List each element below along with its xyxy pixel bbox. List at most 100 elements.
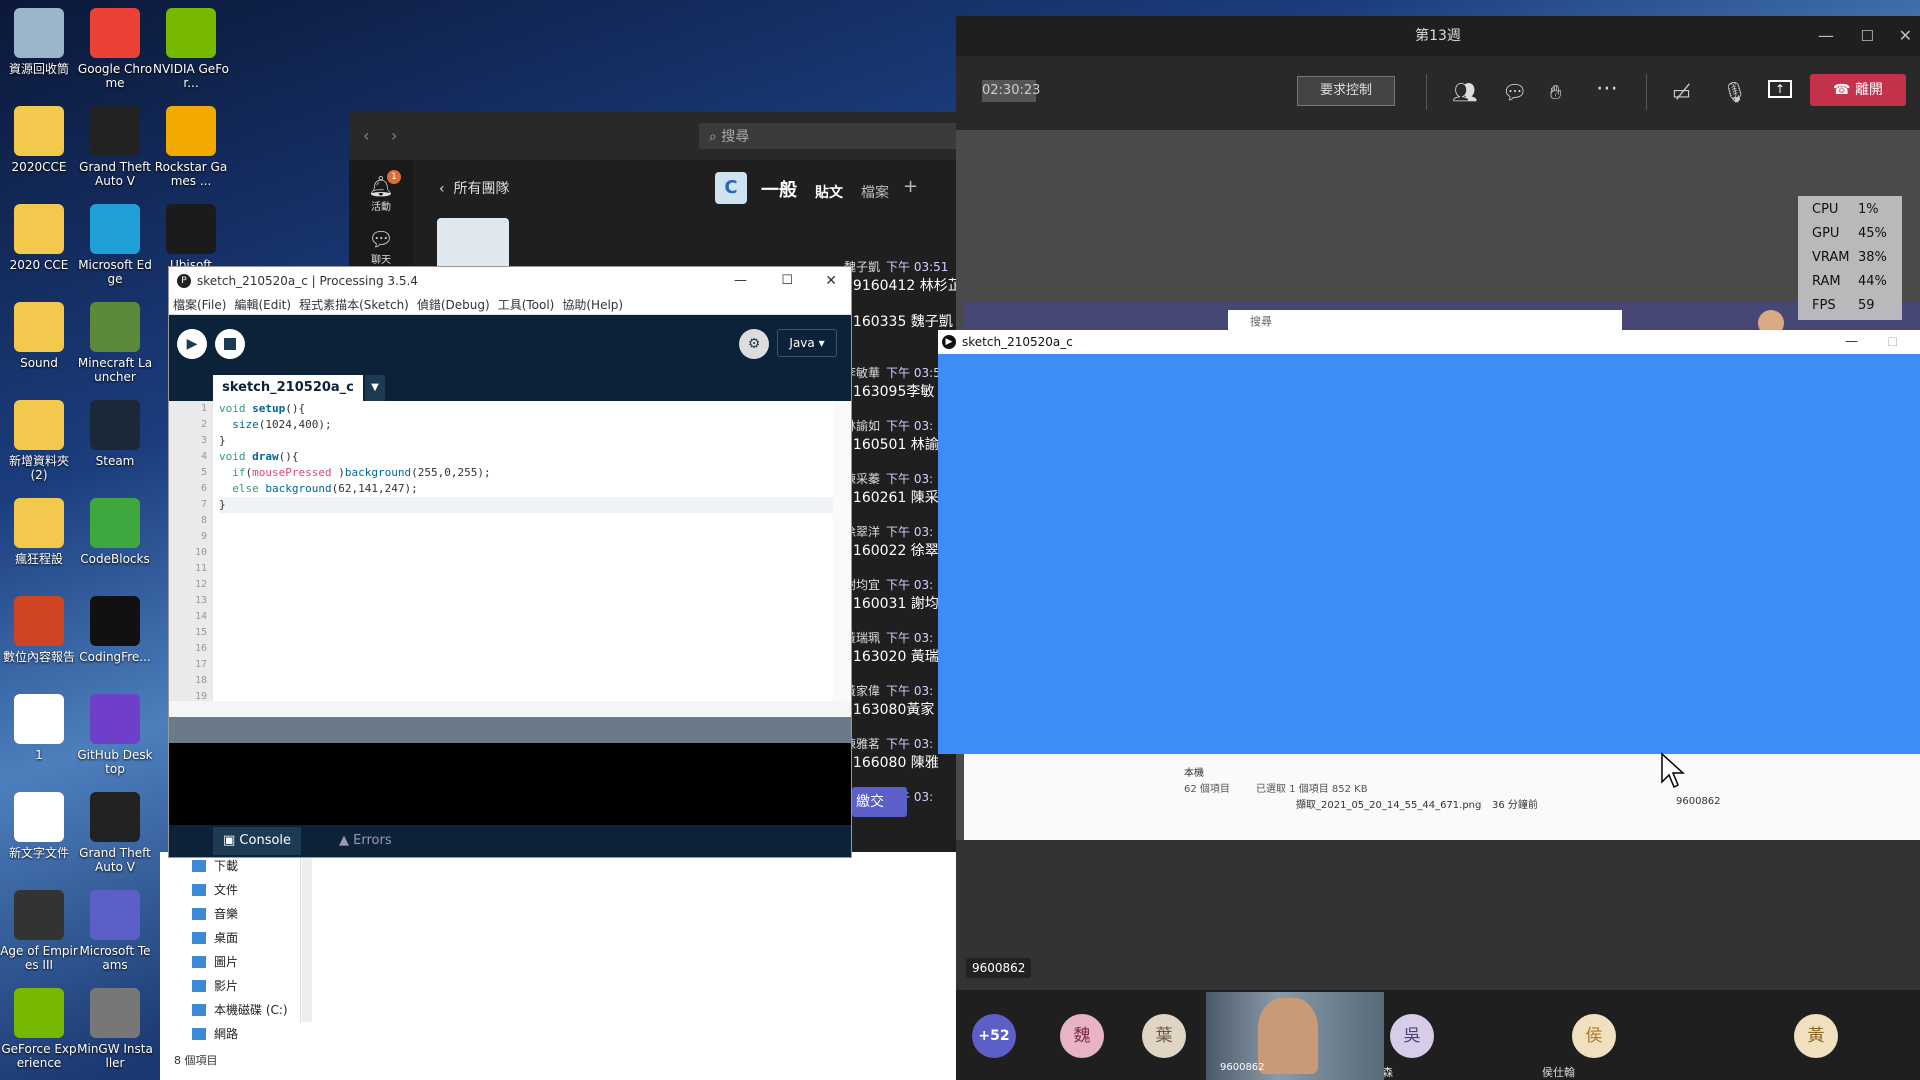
channel-name: 一般 [761, 180, 797, 201]
codingfree-icon [90, 596, 140, 646]
desktop-icon-item[interactable]: Grand Theft Auto V [76, 106, 154, 188]
rail-item-chat[interactable]: 💬︎ 聊天 [349, 227, 413, 266]
message-body: 9160261 陳采 [844, 490, 939, 506]
menu-item[interactable]: 工具(Tool) [498, 298, 555, 312]
desktop-icon-item[interactable]: Grand Theft Auto V [76, 792, 154, 874]
close-icon[interactable]: ✕ [1899, 16, 1912, 56]
desktop-icon-item[interactable]: 瘋狂程設 [0, 498, 78, 566]
more-options-icon[interactable]: ⋯ [1596, 76, 1618, 101]
desktop-icon-item[interactable]: 1 [0, 694, 78, 762]
code-editor[interactable]: 1 2 3 4 5 6 7 8 9 10 11 12 13 14 15 16 17 18 19 void setup… [169, 401, 851, 702]
desktop-icon-item[interactable]: 資源回收筒 [0, 8, 78, 76]
rail-item-activity[interactable]: 🔔︎ 1 活動 [349, 170, 413, 213]
explorer-nav-item[interactable]: 圖片 [160, 950, 956, 974]
nav-back-icon[interactable]: ‹ [363, 126, 369, 145]
desktop-icon-item[interactable]: NVIDIA GeFor... [152, 8, 230, 90]
maximize-icon[interactable]: ☐ [1887, 330, 1898, 354]
participant-avatar[interactable]: 吳 [1390, 1014, 1434, 1058]
tab-posts[interactable]: 貼文 [815, 182, 843, 202]
teams-search-input[interactable]: ⌕ 搜尋 [699, 123, 961, 149]
desktop-icon-item[interactable]: 新增資料夾 (2) [0, 400, 78, 482]
teams-topbar: ‹ › ⌕ 搜尋 [349, 112, 961, 160]
editor-hscrollbar[interactable] [169, 701, 851, 717]
all-teams-link[interactable]: ‹ 所有團隊 [439, 178, 510, 198]
desktop-icon-item[interactable]: CodingFre... [76, 596, 154, 664]
minimize-icon[interactable]: — [734, 267, 747, 295]
minimize-icon[interactable]: — [1818, 16, 1834, 56]
desktop-icon-item[interactable]: GeForce Experience [0, 988, 78, 1070]
request-control-button[interactable]: 要求控制 [1297, 76, 1395, 106]
desktop-icon-item[interactable]: Microsoft Teams [76, 890, 154, 972]
message-time: 下午 03: [886, 737, 934, 751]
explorer-nav-item[interactable]: 影片 [160, 974, 956, 998]
mic-off-icon[interactable]: 🎙︎ [1722, 80, 1747, 104]
submit-button[interactable]: 繳交 [852, 787, 907, 817]
console-tab[interactable]: ▣ Console [213, 827, 302, 855]
explorer-nav-item[interactable]: 網路 [160, 1022, 956, 1046]
desktop-icon-item[interactable]: Steam [76, 400, 154, 468]
desktop-icon-item[interactable]: Ubisoft [152, 204, 230, 272]
participant-avatar[interactable]: 侯 [1572, 1014, 1616, 1058]
line-number: 2 [200, 419, 207, 430]
folder-icon [14, 204, 64, 254]
maximize-icon[interactable]: ☐ [781, 267, 793, 295]
participant-avatar[interactable]: 黃 [1794, 1014, 1838, 1058]
desktop-icon-item[interactable]: Rockstar Games ... [152, 106, 230, 188]
tab-menu-button[interactable]: ▼ [365, 375, 385, 401]
hud-row: GPU 45% [1812, 222, 1902, 246]
desktop-icon-item[interactable]: GitHub Desktop [76, 694, 154, 776]
chat-icon[interactable]: 💬︎ [1502, 80, 1527, 104]
desktop-icon-item[interactable]: Minecraft Launcher [76, 302, 154, 384]
menu-item[interactable]: 程式素描本(Sketch) [299, 298, 409, 312]
participants-icon[interactable]: 👥︎ [1452, 80, 1477, 104]
desktop-icon-item[interactable]: 新文字文件 [0, 792, 78, 860]
mode-selector[interactable]: Java ▾ [777, 329, 837, 357]
menu-item[interactable]: 檔案(File) [173, 298, 226, 312]
share-screen-icon[interactable]: ↑ [1768, 80, 1792, 98]
warning-icon: ▲ [339, 833, 354, 848]
desktop-icon-item[interactable]: 2020CCE [0, 106, 78, 174]
menu-item[interactable]: 編輯(Edit) [234, 298, 291, 312]
line-number: 11 [194, 563, 207, 574]
nav-scrollbar[interactable] [302, 852, 312, 1022]
camera-off-icon[interactable]: ▭̸ [1672, 80, 1691, 104]
desktop-icon-item[interactable]: 2020 CCE [0, 204, 78, 272]
more-participants-button[interactable]: +52 [972, 1014, 1016, 1058]
stop-button[interactable] [215, 329, 245, 359]
participant-avatar[interactable]: 魏 [1060, 1014, 1104, 1058]
desktop-icon-item[interactable]: Sound [0, 302, 78, 370]
desktop-icon-item[interactable]: Microsoft Edge [76, 204, 154, 286]
editor-vscrollbar[interactable] [833, 401, 851, 701]
line-number: 9 [200, 531, 207, 542]
desktop-icon-item[interactable]: Age of Empires III [0, 890, 78, 972]
maximize-icon[interactable]: ☐ [1861, 16, 1874, 56]
explorer-nav-item[interactable]: 文件 [160, 878, 956, 902]
add-tab-button[interactable]: + [903, 176, 918, 197]
tab-files[interactable]: 檔案 [861, 182, 889, 202]
menu-item[interactable]: 協助(Help) [562, 298, 623, 312]
leave-button[interactable]: ☎ 離開 [1810, 74, 1906, 106]
hud-value: 38% [1858, 250, 1887, 265]
explorer-nav-item[interactable]: 本機磁碟 (C:) [160, 998, 956, 1022]
message-time: 下午 03: [886, 578, 934, 592]
explorer-nav-item[interactable]: 桌面 [160, 926, 956, 950]
sketch-canvas[interactable] [938, 354, 1920, 754]
participant-avatar[interactable]: 葉 [1142, 1014, 1186, 1058]
desktop-icon-item[interactable]: MinGW Installer [76, 988, 154, 1070]
line-number: 15 [194, 627, 207, 638]
sketch-tab[interactable]: sketch_210520a_c [213, 375, 363, 401]
desktop-icon-item[interactable]: 數位內容報告 [0, 596, 78, 664]
explorer-nav-item[interactable]: 音樂 [160, 902, 956, 926]
close-icon[interactable]: ✕ [825, 267, 837, 295]
desktop-icon-item[interactable]: Google Chrome [76, 8, 154, 90]
errors-tab[interactable]: ▲ Errors [329, 827, 402, 855]
code-area[interactable]: void setup(){ size(1024,400); } void dra… [219, 401, 835, 513]
run-button[interactable]: ▶ [177, 329, 207, 359]
desktop-icon-item[interactable]: CodeBlocks [76, 498, 154, 566]
raise-hand-icon[interactable]: ✋︎ [1550, 80, 1561, 104]
debug-button[interactable]: ⚙ [739, 329, 769, 359]
minimize-icon[interactable]: — [1845, 330, 1858, 354]
nav-forward-icon[interactable]: › [391, 126, 397, 145]
menu-item[interactable]: 偵錯(Debug) [417, 298, 490, 312]
participant-face [1258, 998, 1318, 1074]
